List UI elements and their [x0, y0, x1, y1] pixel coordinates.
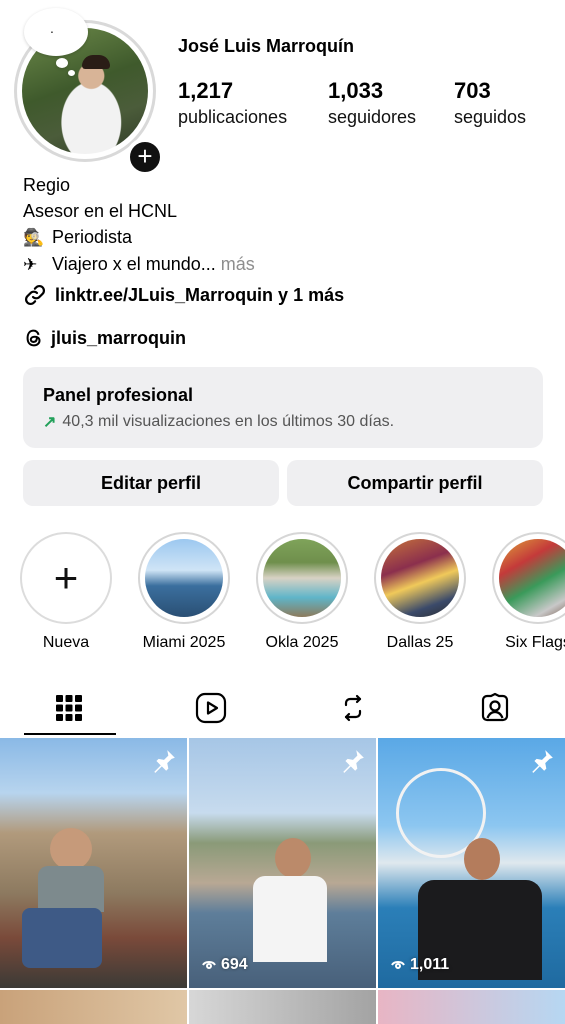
tab-tagged[interactable]	[450, 682, 540, 734]
highlight-ring	[256, 532, 348, 624]
stat-followers-label: seguidores	[328, 107, 417, 127]
airplane-emoji-icon: ✈	[23, 255, 38, 275]
stat-followers[interactable]: 1,033 seguidores	[328, 78, 416, 128]
highlight-cover	[381, 539, 459, 617]
highlight-label: Six Flags	[505, 634, 565, 651]
add-story-plus-icon[interactable]: +	[126, 138, 164, 176]
note-text: .	[50, 20, 54, 36]
post-thumbnail[interactable]	[0, 990, 187, 1024]
pin-icon	[154, 750, 175, 773]
post-thumbnail[interactable]	[0, 738, 187, 988]
stat-following[interactable]: 703 seguidos	[454, 78, 526, 128]
highlight-label: Miami 2025	[142, 634, 226, 651]
stat-posts-label: publicaciones	[178, 107, 288, 127]
bio-link[interactable]: linktr.ee/JLuis_Marroquin y 1 más	[23, 283, 344, 307]
post-thumbnail[interactable]: 694	[189, 738, 376, 988]
profile-avatar[interactable]: . +	[14, 8, 164, 176]
post-thumbnail[interactable]: 1,011	[378, 738, 565, 988]
highlight-label: Okla 2025	[265, 634, 339, 651]
play-views-icon	[202, 961, 216, 969]
highlight-miami-2025[interactable]: Miami 2025	[136, 532, 232, 652]
play-views-icon	[391, 961, 405, 969]
post-views-count: 694	[221, 956, 248, 973]
highlight-six-flags[interactable]: Six Flags	[490, 532, 565, 652]
threads-icon	[26, 329, 41, 347]
pin-icon	[343, 750, 364, 773]
tagged-icon	[481, 692, 509, 722]
threads-badge[interactable]: jluis_marroquin	[23, 327, 186, 349]
highlight-new[interactable]: + Nueva	[18, 532, 114, 652]
bio-line-1: Regio	[23, 175, 71, 195]
panel-title: Panel profesional	[43, 385, 194, 405]
stat-following-value: 703	[454, 78, 491, 103]
bio: Regio Asesor en el HCNL 🕵 Periodista ✈ V…	[23, 172, 255, 278]
stat-followers-value: 1,033	[328, 78, 384, 103]
bio-line-3: Periodista	[52, 227, 133, 247]
highlight-cover	[145, 539, 223, 617]
reels-icon	[195, 692, 227, 724]
profile-name: José Luis Marroquín	[178, 36, 355, 56]
stat-posts[interactable]: 1,217 publicaciones	[178, 78, 287, 128]
note-bubble[interactable]: .	[24, 8, 90, 76]
bio-link-text: linktr.ee/JLuis_Marroquin y 1 más	[55, 284, 345, 305]
repost-icon	[344, 694, 362, 722]
bio-more-link[interactable]: más	[221, 254, 255, 274]
profile-tabs	[0, 682, 565, 734]
highlight-ring	[492, 532, 565, 624]
stat-posts-value: 1,217	[178, 78, 234, 103]
highlight-ring	[374, 532, 466, 624]
stat-following-label: seguidos	[454, 107, 527, 127]
panel-subtitle: 40,3 mil visualizaciones en los últimos …	[62, 413, 395, 430]
highlight-dallas-25[interactable]: Dallas 25	[372, 532, 468, 652]
highlight-okla-2025[interactable]: Okla 2025	[254, 532, 350, 652]
tab-grid[interactable]	[24, 682, 114, 734]
threads-handle: jluis_marroquin	[51, 327, 187, 348]
highlight-ring	[138, 532, 230, 624]
trend-up-arrow-icon: ↗	[43, 414, 57, 431]
highlight-label: Nueva	[42, 634, 90, 651]
tab-reels[interactable]	[166, 682, 256, 734]
professional-dashboard[interactable]: Panel profesional ↗ 40,3 mil visualizaci…	[23, 367, 543, 448]
bio-line-2: Asesor en el HCNL	[23, 201, 178, 221]
highlight-cover	[263, 539, 341, 617]
bio-line-4: Viajero x el mundo...	[52, 254, 216, 274]
link-icon	[24, 284, 46, 306]
post-views-count: 1,011	[410, 956, 450, 973]
share-profile-button[interactable]: Compartir perfil	[287, 460, 543, 506]
post-thumbnail[interactable]	[378, 990, 565, 1024]
tab-reposts[interactable]	[308, 682, 398, 734]
post-views: 1,011	[390, 956, 449, 974]
edit-profile-button[interactable]: Editar perfil	[23, 460, 279, 506]
pin-icon	[532, 750, 553, 773]
active-tab-indicator	[24, 733, 116, 735]
grid-icon	[56, 695, 82, 721]
post-thumbnail[interactable]	[189, 990, 376, 1024]
plus-icon: +	[53, 554, 79, 601]
highlight-cover	[499, 539, 565, 617]
highlight-label: Dallas 25	[386, 634, 454, 651]
detective-emoji-icon: 🕵	[23, 228, 45, 248]
highlight-ring: +	[20, 532, 112, 624]
post-views: 694	[201, 956, 248, 974]
panel-subtitle-row: ↗ 40,3 mil visualizaciones en los último…	[43, 412, 523, 432]
